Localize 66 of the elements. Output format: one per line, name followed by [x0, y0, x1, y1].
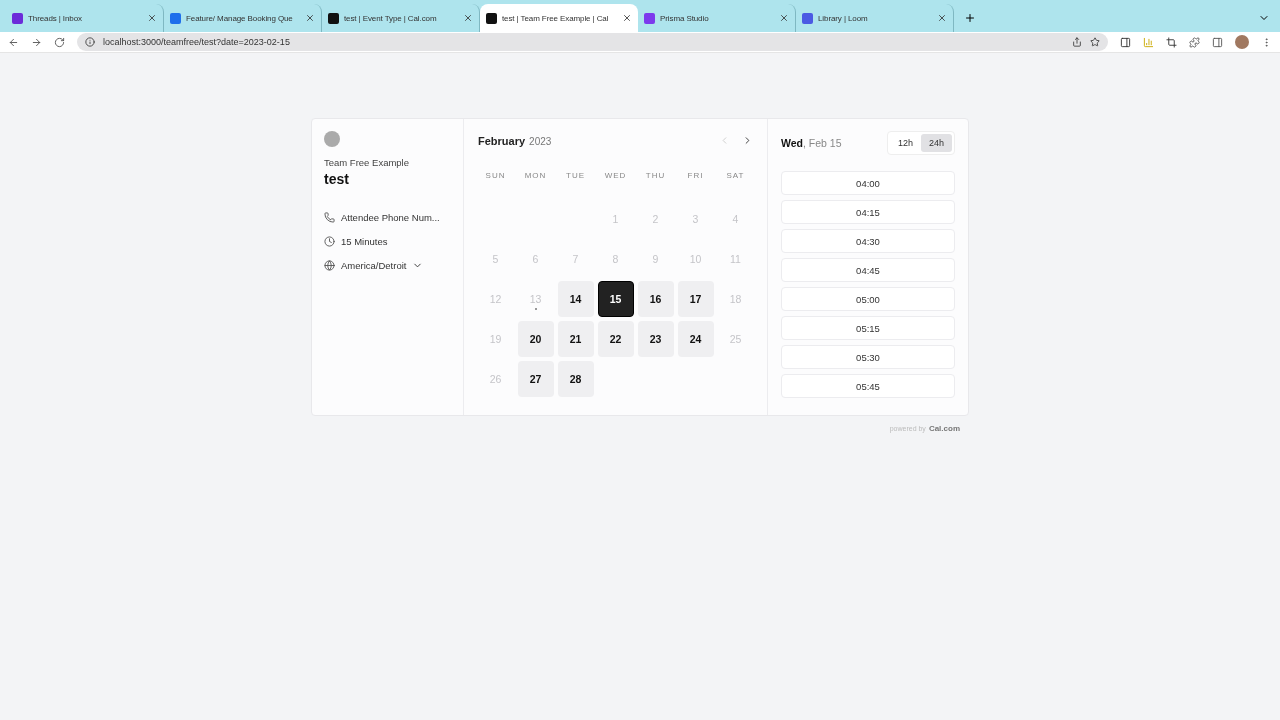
clock-icon: [324, 235, 335, 247]
weekday-label: SUN: [484, 171, 507, 182]
calendar-day[interactable]: 20: [517, 321, 554, 357]
close-icon[interactable]: [937, 13, 947, 23]
time-slot[interactable]: 05:30: [781, 345, 955, 369]
side-panel-icon[interactable]: [1212, 36, 1223, 48]
time-format-option[interactable]: 24h: [920, 134, 952, 152]
time-slot[interactable]: 05:00: [781, 287, 955, 311]
time-slot[interactable]: 04:45: [781, 258, 955, 282]
calendar-day[interactable]: 24: [677, 321, 714, 357]
month-label: February: [478, 135, 526, 147]
time-format-option[interactable]: 12h: [889, 134, 921, 152]
weekday-label: TUE: [565, 171, 586, 182]
time-slot[interactable]: 05:15: [781, 316, 955, 340]
calendar-day[interactable]: 28: [557, 361, 594, 397]
avatar-icon[interactable]: [1235, 35, 1249, 49]
brand-link[interactable]: Cal.com: [928, 424, 960, 433]
browser-tab[interactable]: test | Team Free Example | Cal: [480, 4, 638, 32]
close-icon[interactable]: [779, 13, 789, 23]
calendar-day[interactable]: 14: [557, 281, 594, 317]
time-slot[interactable]: 04:30: [781, 229, 955, 253]
address-bar[interactable]: localhost:3000/teamfree/test?date=2023-02-15: [77, 33, 1108, 51]
favicon-icon: [328, 12, 339, 24]
weekday-label: FRI: [686, 171, 705, 182]
calendar-day[interactable]: 22: [597, 321, 634, 357]
weekday-label: MON: [523, 171, 548, 182]
avatar-icon: [324, 131, 340, 147]
calendar-day[interactable]: 23: [637, 321, 674, 357]
detail-text: Attendee Phone Num...: [341, 211, 440, 223]
close-icon[interactable]: [305, 13, 315, 23]
detail-text: 15 Minutes: [341, 235, 388, 247]
calendar-day[interactable]: 27: [517, 361, 554, 397]
phone-icon: [324, 211, 335, 223]
calendar-day[interactable]: 16: [637, 281, 674, 317]
weekday-label: WED: [603, 171, 628, 182]
year-label: 2023: [529, 136, 552, 147]
favicon-icon: [12, 12, 23, 24]
selected-date: Wed, Feb 15: [781, 137, 842, 149]
weekday-label: THU: [644, 171, 667, 182]
detail-text[interactable]: America/Detroit: [341, 259, 407, 271]
favicon-icon: [170, 12, 181, 24]
favicon-icon: [486, 12, 497, 24]
extensions-icon[interactable]: [1189, 36, 1200, 48]
calendar-day[interactable]: 17: [677, 281, 714, 317]
favicon-icon: [802, 12, 813, 24]
time-slot[interactable]: 04:15: [781, 200, 955, 224]
close-icon[interactable]: [622, 13, 632, 23]
time-slot[interactable]: 05:45: [781, 374, 955, 398]
team-name: Team Free Example: [324, 157, 410, 168]
calendar-day[interactable]: 21: [557, 321, 594, 357]
share-icon[interactable]: [1072, 37, 1082, 47]
favicon-icon: [644, 12, 655, 24]
globe-icon: [324, 259, 335, 271]
back-icon[interactable]: [8, 36, 19, 48]
calendar-day[interactable]: 15: [597, 281, 634, 317]
close-icon[interactable]: [147, 13, 157, 23]
reload-icon[interactable]: [54, 36, 65, 48]
close-icon[interactable]: [463, 13, 473, 23]
new-tab-icon[interactable]: [964, 12, 976, 24]
time-slot[interactable]: 04:00: [781, 171, 955, 195]
star-icon[interactable]: [1090, 37, 1100, 47]
info-icon[interactable]: [85, 37, 95, 47]
event-title: test: [324, 171, 350, 187]
weekday-label: SAT: [725, 171, 746, 182]
forward-icon[interactable]: [31, 36, 42, 48]
crop-icon[interactable]: [1166, 36, 1177, 48]
